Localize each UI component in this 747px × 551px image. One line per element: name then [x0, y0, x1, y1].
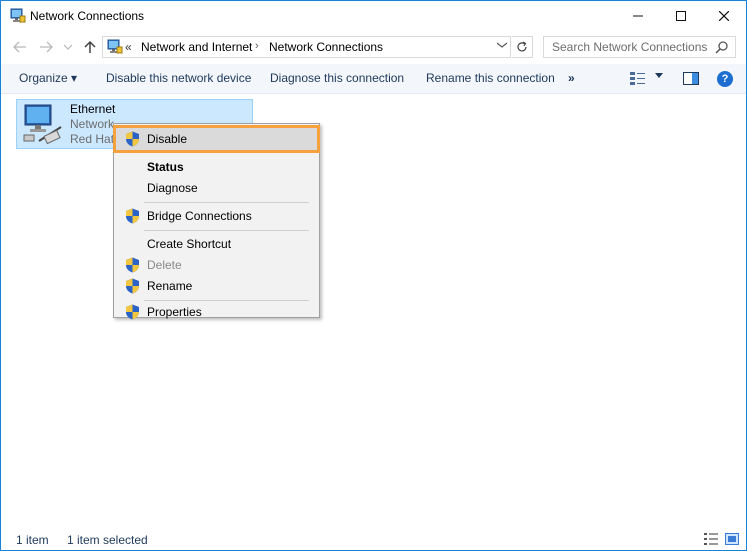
diagnose-connection-button[interactable]: Diagnose this connection: [270, 71, 404, 85]
address-bar[interactable]: « Network and Internet › Network Connect…: [102, 36, 511, 58]
organize-button[interactable]: Organize ▾: [19, 71, 77, 85]
menu-item-label: Status: [147, 160, 184, 174]
up-button[interactable]: [81, 37, 99, 57]
menu-item-delete: Delete: [116, 254, 317, 276]
status-bar: 1 item 1 item selected: [1, 527, 746, 550]
network-connections-icon: [107, 39, 123, 54]
arrow-right-icon: [40, 41, 53, 53]
chevron-down-icon: [496, 42, 508, 48]
breadcrumb-network-and-internet[interactable]: Network and Internet: [141, 40, 252, 54]
menu-item-label: Bridge Connections: [147, 209, 252, 223]
recent-locations-button[interactable]: [62, 37, 74, 57]
refresh-icon: [517, 41, 527, 52]
connection-status: Network: [70, 117, 115, 131]
network-adapter-icon: [23, 104, 62, 145]
rename-connection-button[interactable]: Rename this connection: [426, 71, 555, 85]
menu-item-diagnose[interactable]: Diagnose: [116, 177, 317, 199]
forward-button[interactable]: [37, 37, 55, 57]
help-button[interactable]: ?: [717, 71, 733, 87]
minimize-icon: [633, 15, 643, 17]
breadcrumb-network-connections[interactable]: Network Connections: [269, 40, 383, 54]
selection-count: 1 item selected: [67, 533, 148, 547]
close-icon: [719, 11, 729, 21]
view-options-dropdown[interactable]: [655, 71, 663, 81]
menu-item-disable[interactable]: Disable: [113, 125, 320, 153]
preview-pane-icon[interactable]: [683, 72, 699, 85]
refresh-button[interactable]: [512, 36, 533, 58]
connection-name: Ethernet: [70, 102, 116, 116]
search-input[interactable]: Search Network Connections: [543, 36, 736, 58]
arrow-up-icon: [84, 40, 96, 53]
menu-item-create-shortcut[interactable]: Create Shortcut: [116, 233, 317, 255]
network-connections-icon: [10, 8, 26, 23]
address-overflow-chevron[interactable]: «: [125, 40, 132, 54]
address-dropdown-button[interactable]: [496, 40, 508, 51]
shield-icon: [126, 257, 139, 273]
menu-item-label: Create Shortcut: [147, 237, 232, 251]
change-view-icon[interactable]: [630, 71, 646, 85]
breadcrumb-separator[interactable]: ›: [255, 40, 259, 52]
menu-item-label: Delete: [147, 258, 182, 272]
window-title: Network Connections: [30, 9, 145, 23]
back-button[interactable]: [11, 37, 29, 57]
item-count: 1 item: [16, 533, 49, 547]
shield-icon: [126, 304, 139, 320]
shield-icon: [126, 208, 139, 224]
minimize-button[interactable]: [615, 1, 661, 31]
arrow-left-icon: [13, 41, 26, 53]
maximize-button[interactable]: [658, 1, 704, 31]
more-commands-button[interactable]: »: [568, 71, 575, 85]
menu-item-label: Diagnose: [147, 181, 198, 195]
menu-item-label: Disable: [147, 132, 188, 146]
network-connections-window: Network Connections « Network and Intern…: [0, 0, 747, 551]
chevron-down-icon: [64, 44, 72, 50]
address-row: « Network and Internet › Network Connect…: [1, 32, 746, 62]
menu-item-status[interactable]: Status: [116, 156, 317, 178]
search-icon[interactable]: [715, 40, 729, 54]
menu-separator: [144, 230, 309, 231]
title-bar: Network Connections: [1, 1, 746, 31]
connection-device: Red Hat: [70, 132, 115, 146]
menu-item-label: Rename: [147, 279, 193, 293]
maximize-icon: [676, 11, 686, 21]
context-menu: Disable Status Diagnose Bridge Connectio…: [113, 123, 320, 320]
shield-icon: [126, 131, 139, 147]
menu-item-properties[interactable]: Properties: [116, 292, 317, 320]
caret-down-icon: [655, 73, 663, 78]
search-placeholder: Search Network Connections: [552, 40, 708, 54]
details-view-icon[interactable]: [704, 533, 718, 545]
close-button[interactable]: [701, 1, 747, 31]
menu-item-label: Properties: [147, 305, 202, 319]
disable-device-button[interactable]: Disable this network device: [106, 71, 251, 85]
menu-separator: [144, 202, 309, 203]
command-bar: Organize ▾ Disable this network device D…: [1, 64, 746, 94]
large-icons-view-icon[interactable]: [725, 533, 739, 545]
menu-item-bridge-connections[interactable]: Bridge Connections: [116, 205, 317, 227]
